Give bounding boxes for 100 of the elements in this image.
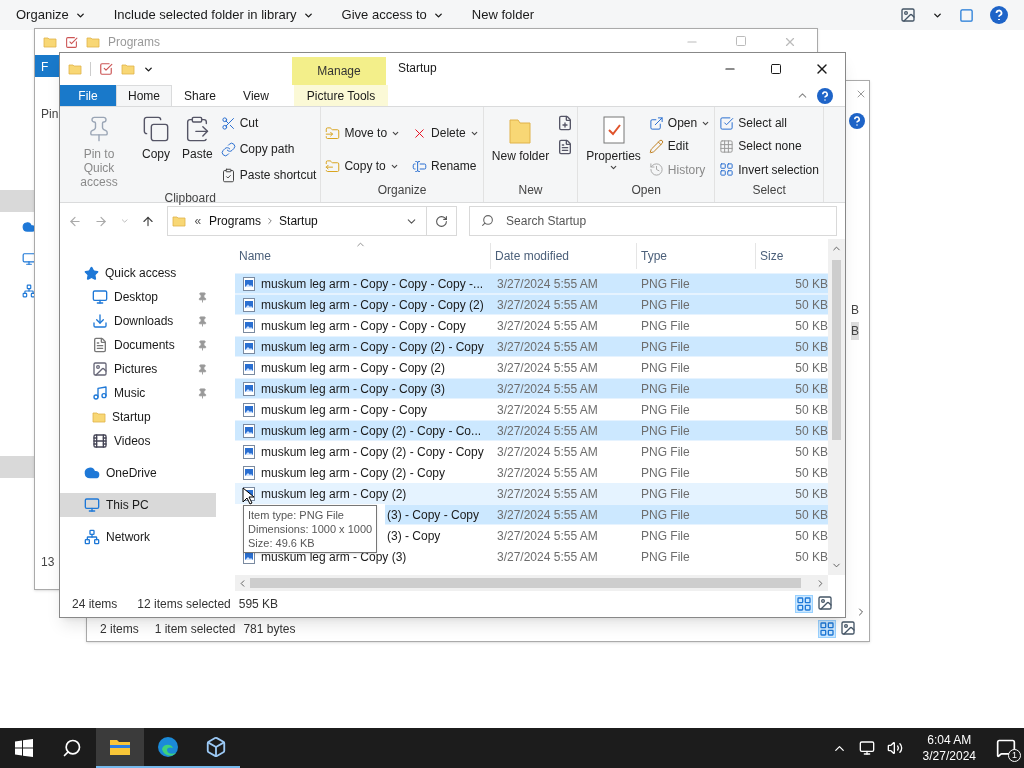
file-row[interactable]: muskum leg arm - Copy (2) - Copy - Copy 3/27/2024 5:55 AM PNG File 50 KB: [235, 441, 828, 462]
selected-row: [0, 190, 34, 212]
table-cell-text: 3/27/2024 5:55 AM: [496, 548, 599, 566]
close-icon[interactable]: [855, 88, 867, 100]
table-cell-text: 50 KB: [794, 527, 828, 545]
nav-item[interactable]: Pictures: [60, 357, 216, 381]
ribbon-button[interactable]: Rename: [412, 156, 479, 176]
ribbon-button[interactable]: Select none: [719, 136, 819, 157]
nav-item[interactable]: This PC: [60, 493, 216, 517]
vertical-scrollbar[interactable]: [828, 239, 845, 575]
help-icon[interactable]: [990, 6, 1008, 24]
file-row[interactable]: muskum leg arm - Copy - Copy - Copy 3/27/2024 5:55 AM PNG File 50 KB: [235, 315, 828, 336]
help-icon[interactable]: [817, 87, 833, 104]
details-view-icon[interactable]: [795, 595, 813, 613]
nav-item[interactable]: Startup: [60, 405, 216, 429]
toolbar-button[interactable]: Organize: [16, 5, 86, 25]
open-icon: [648, 115, 664, 131]
ribbon-button[interactable]: Move to: [325, 123, 401, 143]
volume-icon[interactable]: [886, 740, 903, 756]
ribbon-tab[interactable]: File: [60, 85, 116, 106]
nav-item[interactable]: Network: [60, 525, 216, 549]
ribbon-button[interactable]: Edit: [648, 136, 711, 157]
file-row[interactable]: (3) - Copy 3/27/2024 5:55 AM PNG File 50 KB: [385, 525, 828, 546]
toolbar-button[interactable]: Give access to: [341, 5, 444, 25]
ribbon-button[interactable]: Select all: [719, 113, 819, 133]
file-row[interactable]: muskum leg arm - Copy - Copy (3) 3/27/2024 5:55 AM PNG File 50 KB: [235, 378, 828, 399]
breadcrumb-overflow[interactable]: «: [194, 212, 202, 230]
nav-item[interactable]: OneDrive: [60, 461, 216, 485]
table-cell-text: 3/27/2024 5:55 AM: [496, 506, 599, 524]
video-icon: [92, 433, 108, 449]
ribbon-button[interactable]: Copy path: [220, 139, 317, 159]
ribbon-button[interactable]: Paste: [178, 111, 217, 189]
ribbon-tab[interactable]: Picture Tools: [294, 85, 388, 106]
menu-tab[interactable]: F: [35, 55, 60, 77]
breadcrumb[interactable]: Programs: [209, 212, 262, 230]
taskbar-app[interactable]: [96, 728, 144, 768]
file-row[interactable]: muskum leg arm - Copy - Copy (2) 3/27/2024 5:55 AM PNG File 50 KB: [235, 357, 828, 378]
table-cell-text: PNG File: [640, 464, 691, 482]
new-item-icon[interactable]: [557, 115, 574, 131]
ribbon-tab[interactable]: View: [228, 85, 284, 106]
table-cell-text: PNG File: [640, 296, 691, 314]
nav-item[interactable]: Videos: [60, 429, 216, 453]
table-cell-text: 50 KB: [794, 296, 828, 314]
column-header[interactable]: Date modified: [491, 243, 637, 269]
nav-item[interactable]: Quick access: [60, 261, 216, 285]
network-icon[interactable]: [858, 740, 875, 756]
address-bar[interactable]: « Programs Startup: [167, 206, 458, 236]
tiles-view-icon[interactable]: [817, 595, 833, 611]
refresh-icon[interactable]: [435, 214, 449, 228]
image-file-icon: [243, 297, 255, 312]
table-cell-text: PNG File: [640, 485, 691, 503]
column-header[interactable]: Type: [637, 243, 756, 269]
breadcrumb[interactable]: Startup: [279, 212, 318, 230]
table-cell-text: 50 KB: [794, 317, 828, 335]
ribbon-button[interactable]: Properties: [582, 111, 645, 181]
ribbon-button[interactable]: Copy to: [325, 156, 401, 176]
file-row[interactable]: muskum leg arm - Copy - Copy (2) - Copy 3/27/2024 5:55 AM PNG File 50 KB: [235, 336, 828, 357]
table-cell-text: 3/27/2024 5:55 AM: [496, 422, 599, 440]
nav-item[interactable]: Downloads: [60, 309, 216, 333]
properties-icon: [65, 35, 78, 49]
ribbon-button[interactable]: Delete: [412, 123, 479, 143]
horizontal-scrollbar[interactable]: [235, 575, 828, 591]
help-icon[interactable]: [849, 113, 865, 129]
details-view-icon[interactable]: [818, 620, 836, 638]
toolbar-button[interactable]: New folder: [471, 5, 534, 25]
ribbon-button[interactable]: Invert selection: [719, 159, 819, 180]
column-header[interactable]: Name: [235, 243, 491, 269]
download-icon: [92, 313, 108, 329]
ribbon-button[interactable]: Cut: [220, 113, 317, 133]
file-row[interactable]: muskum leg arm - Copy - Copy - Copy (2) 3/27/2024 5:55 AM PNG File 50 KB: [235, 294, 828, 315]
nav-item[interactable]: Music: [60, 381, 216, 405]
group-label: Open: [630, 182, 662, 199]
folder-icon: [172, 214, 187, 228]
ribbon-tab[interactable]: Share: [172, 85, 228, 106]
file-row[interactable]: (3) - Copy - Copy 3/27/2024 5:55 AM PNG File 50 KB: [385, 504, 828, 525]
ribbon-button[interactable]: Copy: [138, 111, 174, 189]
search-field[interactable]: Search Startup: [469, 206, 838, 236]
table-cell-text: 3/27/2024 5:55 AM: [496, 464, 599, 482]
file-name: muskum leg arm - Copy (2): [261, 485, 407, 503]
table-cell-text: 3/27/2024 5:55 AM: [496, 443, 599, 461]
properties-icon[interactable]: [99, 62, 113, 76]
file-row[interactable]: muskum leg arm - Copy (2) 3/27/2024 5:55 AM PNG File 50 KB: [235, 483, 828, 504]
ribbon-button[interactable]: Paste shortcut: [220, 165, 317, 185]
nav-item[interactable]: Documents: [60, 333, 216, 357]
status-text: 13: [40, 554, 55, 571]
toolbar-button[interactable]: Include selected folder in library: [113, 5, 314, 25]
ribbon-button[interactable]: New folder: [487, 111, 554, 181]
tiles-view-icon[interactable]: [840, 620, 856, 636]
table-cell-text: 3/27/2024 5:55 AM: [496, 380, 599, 398]
ribbon-button[interactable]: Open: [648, 113, 711, 133]
easy-access-icon[interactable]: [557, 139, 574, 155]
nav-item[interactable]: Desktop: [60, 285, 216, 309]
clock[interactable]: 6:04 AM 3/27/2024: [914, 732, 984, 764]
preview-icon[interactable]: [900, 7, 916, 23]
file-row[interactable]: muskum leg arm - Copy (2) - Copy - Co... 3/27/2024 5:55 AM PNG File 50 KB: [235, 420, 828, 441]
file-row[interactable]: muskum leg arm - Copy - Copy - Copy -... 3/27/2024 5:55 AM PNG File 50 KB: [235, 273, 828, 294]
file-row[interactable]: muskum leg arm - Copy - Copy 3/27/2024 5:55 AM PNG File 50 KB: [235, 399, 828, 420]
ribbon-tab[interactable]: Home: [116, 85, 172, 106]
file-row[interactable]: muskum leg arm - Copy (2) - Copy 3/27/2024 5:55 AM PNG File 50 KB: [235, 462, 828, 483]
pane-icon[interactable]: [959, 7, 974, 23]
